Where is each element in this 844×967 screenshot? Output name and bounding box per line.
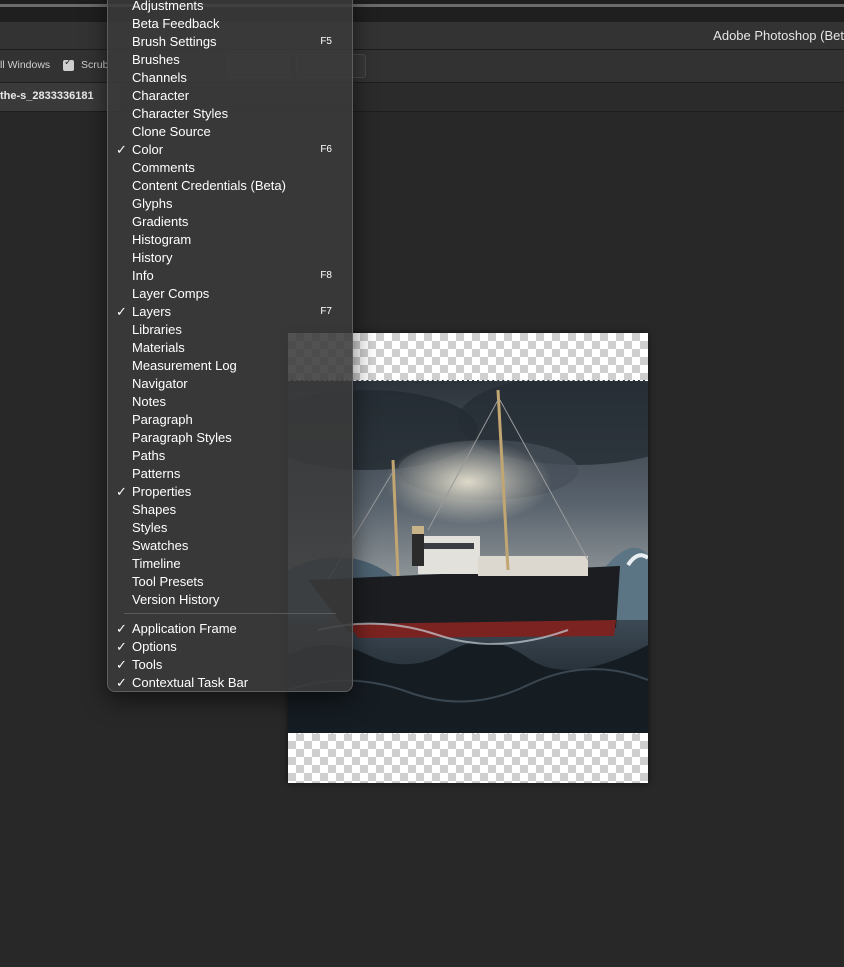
checkmark-icon: ✓	[116, 304, 127, 319]
menu-item-character-styles[interactable]: Character Styles	[108, 105, 352, 123]
menu-item-glyphs[interactable]: Glyphs	[108, 195, 352, 213]
menu-item-shapes[interactable]: Shapes	[108, 501, 352, 519]
menu-item-paths[interactable]: Paths	[108, 447, 352, 465]
document-tab[interactable]: the-s_2833336181	[0, 83, 120, 111]
menu-item-comments[interactable]: Comments	[108, 159, 352, 177]
app-title: Adobe Photoshop (Bet	[713, 28, 844, 43]
checkmark-icon: ✓	[116, 484, 127, 499]
checkmark-icon: ✓	[116, 657, 127, 672]
menu-item-brushes[interactable]: Brushes	[108, 51, 352, 69]
checkmark-icon: ✓	[116, 675, 127, 690]
menu-separator	[124, 613, 336, 614]
menu-item-properties[interactable]: ✓ Properties	[108, 483, 352, 501]
menu-item-patterns[interactable]: Patterns	[108, 465, 352, 483]
menu-item-gradients[interactable]: Gradients	[108, 213, 352, 231]
scrub-label[interactable]: Scrub	[81, 59, 108, 71]
menu-item-channels[interactable]: Channels	[108, 69, 352, 87]
shortcut-label: F6	[320, 144, 332, 155]
menu-item-measurement-log[interactable]: Measurement Log	[108, 357, 352, 375]
shortcut-label: F5	[320, 36, 332, 47]
menu-item-beta-feedback[interactable]: Beta Feedback	[108, 15, 352, 33]
menu-item-adjustments[interactable]: Adjustments	[108, 0, 352, 15]
menu-item-navigator[interactable]: Navigator	[108, 375, 352, 393]
menu-item-layer-comps[interactable]: Layer Comps	[108, 285, 352, 303]
checkmark-icon: ✓	[116, 142, 127, 157]
menu-item-info[interactable]: Info F8	[108, 267, 352, 285]
menu-item-contextual-task-bar[interactable]: ✓ Contextual Task Bar	[108, 674, 352, 691]
shortcut-label: F7	[320, 306, 332, 317]
menu-item-timeline[interactable]: Timeline	[108, 555, 352, 573]
menu-item-application-frame[interactable]: ✓ Application Frame	[108, 620, 352, 638]
document-tab-title: the-s_2833336181	[0, 90, 94, 102]
menu-item-tools[interactable]: ✓ Tools	[108, 656, 352, 674]
menu-item-paragraph-styles[interactable]: Paragraph Styles	[108, 429, 352, 447]
menu-item-color[interactable]: ✓ Color F6	[108, 141, 352, 159]
window-menu: Adjustments Beta Feedback Brush Settings…	[107, 0, 353, 692]
menu-item-swatches[interactable]: Swatches	[108, 537, 352, 555]
menu-item-styles[interactable]: Styles	[108, 519, 352, 537]
menu-item-brush-settings[interactable]: Brush Settings F5	[108, 33, 352, 51]
menu-item-notes[interactable]: Notes	[108, 393, 352, 411]
selection-marquee-bottom	[288, 733, 648, 734]
menu-item-histogram[interactable]: Histogram	[108, 231, 352, 249]
menu-item-paragraph[interactable]: Paragraph	[108, 411, 352, 429]
shortcut-label: F8	[320, 270, 332, 281]
menu-item-content-credentials[interactable]: Content Credentials (Beta)	[108, 177, 352, 195]
menu-item-materials[interactable]: Materials	[108, 339, 352, 357]
menu-item-version-history[interactable]: Version History	[108, 591, 352, 609]
menu-item-libraries[interactable]: Libraries	[108, 321, 352, 339]
menu-item-layers[interactable]: ✓ Layers F7	[108, 303, 352, 321]
checkmark-icon: ✓	[116, 639, 127, 654]
menu-item-history[interactable]: History	[108, 249, 352, 267]
all-windows-label[interactable]: ll Windows	[0, 59, 50, 71]
scrub-checkbox-icon[interactable]	[63, 57, 74, 71]
menu-item-clone-source[interactable]: Clone Source	[108, 123, 352, 141]
checkmark-icon: ✓	[116, 621, 127, 636]
menu-item-tool-presets[interactable]: Tool Presets	[108, 573, 352, 591]
menu-item-options[interactable]: ✓ Options	[108, 638, 352, 656]
menu-item-character[interactable]: Character	[108, 87, 352, 105]
